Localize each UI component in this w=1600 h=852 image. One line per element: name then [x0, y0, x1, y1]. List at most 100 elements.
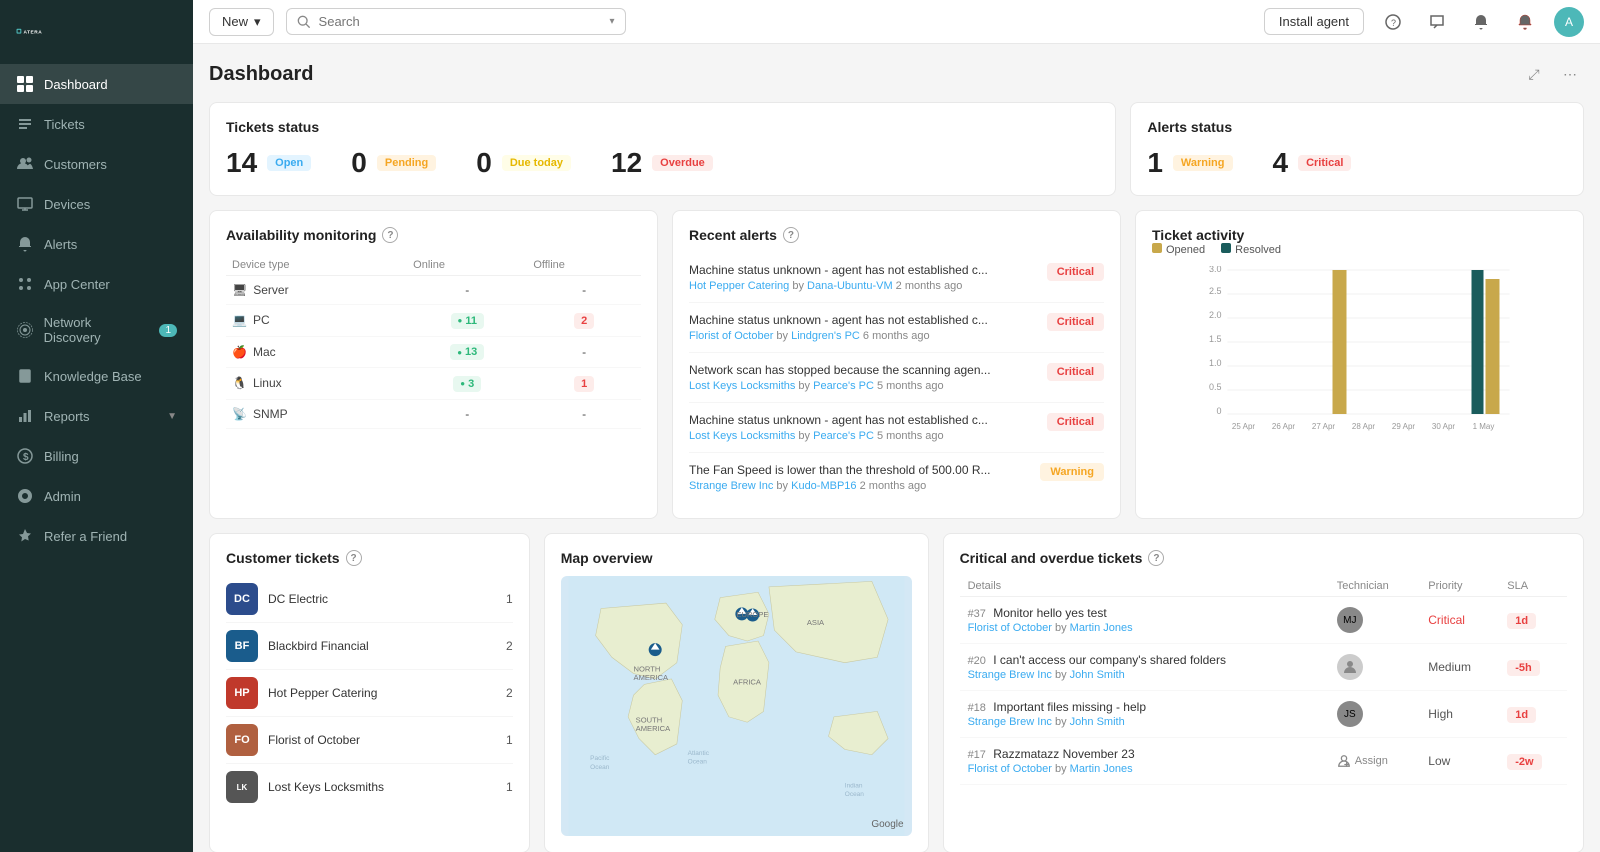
- dashboard-icon: [16, 75, 34, 93]
- alerts-stat-critical: 4 Critical: [1273, 147, 1352, 179]
- app-center-icon: [16, 275, 34, 293]
- svg-text:ASIA: ASIA: [807, 618, 825, 627]
- dc-avatar: DC: [226, 583, 258, 615]
- help-button[interactable]: ?: [1378, 7, 1408, 37]
- critical-tickets-help-icon[interactable]: ?: [1148, 550, 1164, 566]
- status-row: Tickets status 14 Open 0 Pending 0 Due t…: [209, 102, 1584, 196]
- avail-col-online: Online: [407, 255, 527, 276]
- pc-online: 11: [451, 313, 484, 329]
- sidebar-label-reports: Reports: [44, 409, 90, 424]
- resolved-legend: Resolved: [1221, 243, 1281, 256]
- priority-20: Medium: [1428, 660, 1471, 674]
- open-badge: Open: [267, 155, 311, 171]
- svg-text:Ocean: Ocean: [590, 764, 610, 771]
- opened-legend: Opened: [1152, 243, 1205, 256]
- chat-button[interactable]: [1422, 7, 1452, 37]
- sidebar-item-knowledge-base[interactable]: Knowledge Base: [0, 356, 193, 396]
- knowledge-base-icon: [16, 367, 34, 385]
- search-bar[interactable]: ▾: [286, 8, 626, 35]
- blackbird-avatar: BF: [226, 630, 258, 662]
- sidebar-label-customers: Customers: [44, 157, 107, 172]
- sidebar-label-refer: Refer a Friend: [44, 529, 127, 544]
- dashboard-content: Dashboard ⤢ ⋯ Tickets status 14 Open 0: [193, 44, 1600, 852]
- sidebar-item-tickets[interactable]: Tickets: [0, 104, 193, 144]
- sidebar-item-alerts[interactable]: Alerts: [0, 224, 193, 264]
- sidebar-item-dashboard[interactable]: Dashboard: [0, 64, 193, 104]
- google-watermark: Google: [871, 819, 903, 830]
- blackbird-count: 2: [506, 639, 513, 653]
- warning-badge: Warning: [1173, 155, 1233, 171]
- sidebar-navigation: Dashboard Tickets Customers Devices A: [0, 64, 193, 852]
- install-agent-button[interactable]: Install agent: [1264, 8, 1364, 35]
- sla-20: -5h: [1507, 660, 1540, 676]
- search-input[interactable]: [319, 14, 602, 29]
- alert-severity-4: Critical: [1047, 413, 1104, 431]
- chart-area: 0 0.5 1.0 1.5 2.0 2.5 3.0: [1152, 266, 1567, 436]
- customer-item-dc: DC DC Electric 1: [226, 576, 513, 623]
- svg-text:3.0: 3.0: [1209, 266, 1222, 274]
- alerts-bell-button[interactable]: [1510, 7, 1540, 37]
- sidebar-item-app-center[interactable]: App Center: [0, 264, 193, 304]
- crit-row-18: #18 Important files missing - help Stran…: [960, 691, 1567, 738]
- reports-icon: [16, 407, 34, 425]
- customer-tickets-list: DC DC Electric 1 BF Blackbird Financial …: [226, 576, 513, 810]
- availability-title: Availability monitoring ?: [226, 227, 641, 243]
- tickets-icon: [16, 115, 34, 133]
- svg-text:?: ?: [1391, 18, 1396, 28]
- notifications-button[interactable]: [1466, 7, 1496, 37]
- sidebar-item-reports[interactable]: Reports ▼: [0, 396, 193, 436]
- more-options-button[interactable]: ⋯: [1556, 60, 1584, 88]
- crit-col-details: Details: [960, 576, 1329, 597]
- sidebar-label-billing: Billing: [44, 449, 79, 464]
- sidebar-item-devices[interactable]: Devices: [0, 184, 193, 224]
- svg-text:28 Apr: 28 Apr: [1352, 422, 1375, 431]
- user-avatar[interactable]: A: [1554, 7, 1584, 37]
- sidebar-item-refer[interactable]: Refer a Friend: [0, 516, 193, 556]
- lostkeys-avatar: LK: [226, 771, 258, 803]
- avail-row-linux: 🐧Linux 3 1: [226, 368, 641, 400]
- ticket-stat-pending: 0 Pending: [351, 147, 436, 179]
- recent-alerts-help-icon[interactable]: ?: [783, 227, 799, 243]
- sidebar-label-alerts: Alerts: [44, 237, 77, 252]
- network-discovery-badge: 1: [159, 324, 177, 337]
- search-icon: [297, 15, 311, 29]
- svg-text:0: 0: [1216, 406, 1221, 416]
- page-actions: ⤢ ⋯: [1520, 60, 1584, 88]
- chart-legend: Opened Resolved: [1152, 243, 1567, 256]
- customer-item-blackbird: BF Blackbird Financial 2: [226, 623, 513, 670]
- sidebar-label-knowledge-base: Knowledge Base: [44, 369, 142, 384]
- pc-offline: 2: [574, 313, 594, 329]
- tickets-status-card: Tickets status 14 Open 0 Pending 0 Due t…: [209, 102, 1116, 196]
- customer-tickets-help-icon[interactable]: ?: [346, 550, 362, 566]
- sidebar-item-network-discovery[interactable]: Network Discovery 1: [0, 304, 193, 356]
- avail-row-server: 🖥Server - -: [226, 276, 641, 305]
- priority-17: Low: [1428, 754, 1450, 768]
- blackbird-name: Blackbird Financial: [268, 639, 496, 653]
- mac-online: 13: [450, 344, 484, 360]
- tech-avatar-20: [1337, 654, 1363, 680]
- florist-avatar: FO: [226, 724, 258, 756]
- customer-tickets-title: Customer tickets ?: [226, 550, 513, 566]
- alert-severity-3: Critical: [1047, 363, 1104, 381]
- florist-count: 1: [506, 733, 513, 747]
- availability-help-icon[interactable]: ?: [382, 227, 398, 243]
- sidebar-item-admin[interactable]: Admin: [0, 476, 193, 516]
- svg-text:Ocean: Ocean: [687, 758, 707, 765]
- expand-button[interactable]: ⤢: [1520, 60, 1548, 88]
- svg-text:SOUTH: SOUTH: [635, 715, 662, 724]
- alerts-status-title: Alerts status: [1147, 119, 1567, 135]
- bottom-row: Customer tickets ? DC DC Electric 1 BF B…: [209, 533, 1584, 852]
- sidebar-item-customers[interactable]: Customers: [0, 144, 193, 184]
- lostkeys-name: Lost Keys Locksmiths: [268, 780, 496, 794]
- svg-text:Pacific: Pacific: [590, 755, 610, 762]
- sidebar-item-billing[interactable]: $ Billing: [0, 436, 193, 476]
- overdue-count: 12: [611, 147, 642, 179]
- new-button[interactable]: New ▾: [209, 8, 274, 36]
- alert-severity-2: Critical: [1047, 313, 1104, 331]
- assign-button-17[interactable]: Assign: [1337, 754, 1412, 768]
- sidebar-logo[interactable]: ATERA: [0, 0, 193, 64]
- crit-col-sla: SLA: [1499, 576, 1567, 597]
- new-chevron-icon: ▾: [254, 14, 261, 30]
- sidebar-label-dashboard: Dashboard: [44, 77, 108, 92]
- customer-item-hotpepper: HP Hot Pepper Catering 2: [226, 670, 513, 717]
